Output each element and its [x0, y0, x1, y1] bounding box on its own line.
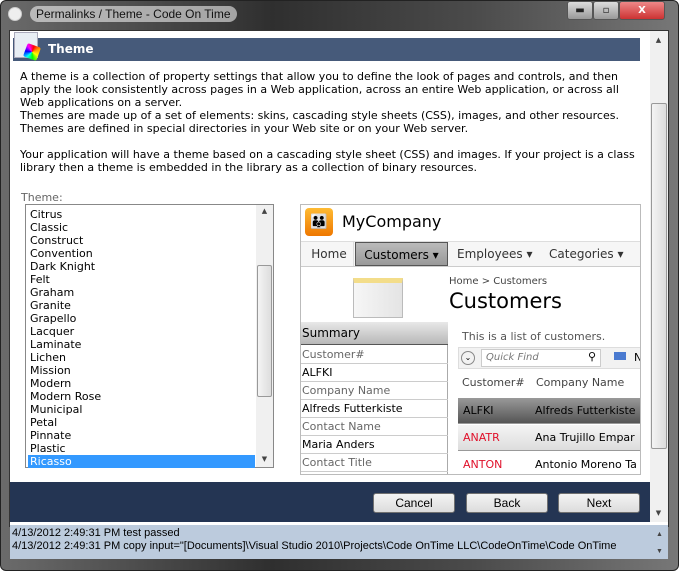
- theme-option[interactable]: Plastic: [28, 442, 255, 455]
- table-row[interactable]: ANTON Antonio Moreno Ta: [458, 452, 640, 474]
- maximize-button[interactable]: ▫: [593, 1, 619, 20]
- page-title: Customers: [449, 289, 562, 313]
- scroll-down-icon[interactable]: ▼: [652, 545, 667, 558]
- summary-field-label: Customer#: [301, 346, 448, 364]
- log-line: 4/13/2012 2:49:31 PM copy input="[Docume…: [12, 540, 617, 552]
- cancel-button[interactable]: Cancel: [373, 493, 455, 513]
- theme-option[interactable]: Dark Knight: [28, 260, 255, 273]
- summary-field-label: Company Name: [301, 382, 448, 400]
- column-company-name[interactable]: Company Name: [536, 376, 624, 389]
- summary-field-label: Contact Title: [301, 454, 448, 472]
- theme-option[interactable]: Construct: [28, 234, 255, 247]
- menu-employees[interactable]: Employees ▾: [457, 242, 533, 266]
- scroll-up-icon[interactable]: ▲: [651, 36, 666, 44]
- close-button[interactable]: X: [619, 1, 665, 20]
- table-illustration-icon: [353, 278, 403, 318]
- minimize-button[interactable]: ▬: [567, 1, 593, 20]
- next-button[interactable]: Next: [558, 493, 640, 513]
- theme-option[interactable]: Modern Rose: [28, 390, 255, 403]
- window-title: Permalinks / Theme - Code On Time: [30, 6, 237, 22]
- theme-option[interactable]: Classic: [28, 221, 255, 234]
- company-name-cell: Alfreds Futterkiste: [535, 404, 636, 417]
- theme-option[interactable]: Laminate: [28, 338, 255, 351]
- quick-find-input[interactable]: Quick Find: [481, 349, 601, 367]
- theme-palette-icon: [14, 32, 41, 61]
- new-record-icon[interactable]: [614, 352, 626, 360]
- theme-option[interactable]: Grapello: [28, 312, 255, 325]
- summary-field-label: Contact Name: [301, 418, 448, 436]
- scroll-down-icon[interactable]: ▼: [651, 509, 666, 517]
- theme-option[interactable]: Graham: [28, 286, 255, 299]
- summary-header: Summary: [301, 322, 448, 345]
- theme-option[interactable]: Granite: [28, 299, 255, 312]
- page-scroll-thumb[interactable]: [651, 103, 667, 449]
- actions-chevron-icon[interactable]: ⌄: [461, 351, 475, 365]
- theme-option[interactable]: Municipal: [28, 403, 255, 416]
- theme-option[interactable]: Lacquer: [28, 325, 255, 338]
- company-name: MyCompany: [342, 212, 442, 231]
- back-button[interactable]: Back: [466, 493, 548, 513]
- theme-option[interactable]: Felt: [28, 273, 255, 286]
- search-icon[interactable]: ⚲: [588, 350, 596, 363]
- wizard-navigation-bar: [10, 482, 650, 522]
- summary-value: ALFKI: [301, 364, 448, 382]
- log-line: 4/13/2012 2:49:31 PM test passed: [12, 527, 180, 539]
- theme-option[interactable]: Ricasso: [28, 455, 255, 468]
- theme-option[interactable]: Citrus: [28, 208, 255, 221]
- company-logo-icon: 👪: [305, 208, 333, 236]
- customer-id-cell: ANTON: [463, 458, 503, 471]
- customer-id-cell: ALFKI: [463, 404, 494, 417]
- company-name-cell: Ana Trujillo Empar: [535, 431, 635, 444]
- description: This is a list of customers.: [462, 330, 606, 343]
- elements-paragraph: Themes are made up of a set of elements:…: [20, 109, 619, 135]
- menu-customers[interactable]: Customers ▾: [355, 242, 448, 266]
- breadcrumb[interactable]: Home > Customers: [449, 276, 547, 287]
- summary-value: Maria Anders: [301, 436, 448, 454]
- page-header: Theme: [13, 38, 640, 61]
- theme-option[interactable]: Mission: [28, 364, 255, 377]
- customer-id-cell: ANATR: [463, 431, 500, 444]
- summary-value: Alfreds Futterkiste: [301, 400, 448, 418]
- column-customer-id[interactable]: Customer#: [462, 376, 525, 389]
- table-row[interactable]: ALFKI Alfreds Futterkiste: [458, 398, 640, 424]
- theme-option[interactable]: Pinnate: [28, 429, 255, 442]
- new-label[interactable]: N: [634, 351, 640, 364]
- log-panel: 4/13/2012 2:49:31 PM test passed 4/13/20…: [10, 525, 668, 559]
- theme-option[interactable]: Lichen: [28, 351, 255, 364]
- theme-option[interactable]: Petal: [28, 416, 255, 429]
- theme-option[interactable]: Convention: [28, 247, 255, 260]
- theme-list-scroll-thumb[interactable]: [257, 265, 272, 397]
- table-row[interactable]: ANATR Ana Trujillo Empar: [458, 425, 640, 451]
- css-paragraph: Your application will have a theme based…: [20, 148, 635, 174]
- theme-listbox[interactable]: Citrus Classic Construct Convention Dark Kni…: [25, 204, 274, 468]
- theme-label: Theme:: [21, 191, 63, 204]
- scroll-up-icon[interactable]: ▲: [652, 528, 667, 541]
- intro-paragraph: A theme is a collection of property sett…: [20, 70, 619, 109]
- scroll-down-icon[interactable]: ▼: [257, 455, 272, 463]
- theme-preview: 👪 MyCompany Home Customers ▾ Employees ▾…: [300, 204, 641, 475]
- menu-home[interactable]: Home: [305, 242, 354, 266]
- clock-icon: [8, 7, 22, 21]
- scroll-up-icon[interactable]: ▲: [257, 207, 272, 215]
- company-name-cell: Antonio Moreno Ta: [535, 458, 637, 471]
- menu-categories[interactable]: Categories ▾: [549, 242, 624, 266]
- theme-option[interactable]: Modern: [28, 377, 255, 390]
